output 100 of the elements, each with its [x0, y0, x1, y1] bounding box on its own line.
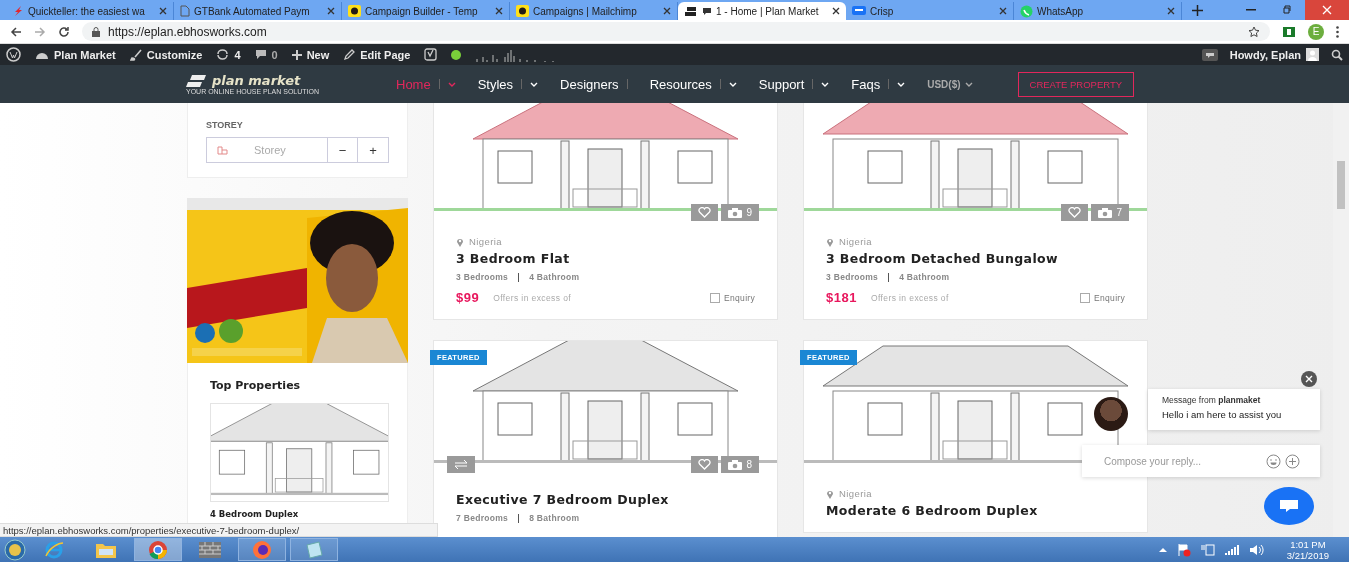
chat-icon: [852, 5, 866, 17]
message-text: Hello i am here to assist you: [1162, 409, 1283, 420]
attach-icon[interactable]: [1285, 453, 1300, 469]
edit-page-link[interactable]: Edit Page: [343, 48, 411, 61]
logo-text[interactable]: plan market: [212, 73, 301, 88]
wordpress-icon[interactable]: [6, 47, 21, 62]
brick-wall-icon[interactable]: [199, 541, 221, 558]
building-icon: [217, 145, 228, 155]
location-pin-icon: [456, 236, 464, 247]
speech-bubble-icon: [702, 6, 712, 16]
taskbar-app[interactable]: [290, 538, 338, 561]
monkey-icon: [348, 5, 361, 17]
nav-link[interactable]: Support: [758, 76, 805, 92]
logo-icon: [684, 5, 698, 17]
favorite-button[interactable]: [691, 456, 719, 473]
price-note: Offers in excess of: [870, 292, 949, 303]
close-icon: [1305, 375, 1313, 383]
location-pin-icon: [826, 236, 834, 247]
notepad-icon[interactable]: [304, 539, 324, 560]
enquiry-checkbox[interactable]: [710, 292, 721, 303]
browser-e-icon[interactable]: [44, 539, 64, 560]
property-title[interactable]: 3 Bedroom Flat: [456, 251, 755, 266]
browser-tab[interactable]: 1 - Home | Plan Market: [678, 2, 846, 20]
flag-icon[interactable]: [1176, 542, 1191, 557]
storey-stepper[interactable]: Storey − +: [206, 137, 389, 163]
address-bar[interactable]: https://eplan.ebhosworks.com: [82, 22, 1270, 41]
network-icon[interactable]: [1200, 543, 1215, 556]
status-dot: [451, 49, 462, 60]
greeting[interactable]: Howdy, Eplan: [1229, 48, 1319, 61]
nav-link[interactable]: Styles: [477, 76, 514, 92]
document-icon: [180, 5, 190, 17]
start-orb-icon[interactable]: [4, 538, 26, 561]
lock-icon: [92, 26, 100, 37]
camera-icon: [728, 459, 743, 470]
forward-icon[interactable]: [34, 25, 46, 38]
clock[interactable]: 1:01 PM 3/21/2019: [1286, 538, 1329, 561]
property-title[interactable]: 3 Bedroom Detached Bungalow: [826, 251, 1125, 266]
property-price: $181: [826, 290, 857, 305]
enquiry-label[interactable]: Enquiry: [724, 292, 755, 303]
camera-icon: [1098, 207, 1113, 218]
close-icon[interactable]: [159, 7, 167, 15]
currency-selector[interactable]: USD($): [927, 78, 973, 90]
signal-icon[interactable]: [1224, 544, 1239, 555]
customize-link[interactable]: Customize: [129, 48, 203, 61]
taskbar-app[interactable]: [238, 538, 286, 561]
storey-field[interactable]: Storey: [240, 143, 327, 157]
close-icon[interactable]: [663, 7, 671, 15]
property-link[interactable]: 4 Bedroom Duplex: [210, 509, 385, 519]
menu-icon[interactable]: [1336, 25, 1339, 38]
taskbar-app[interactable]: [134, 538, 182, 561]
star-icon[interactable]: [1248, 25, 1260, 38]
chrome-icon[interactable]: [148, 539, 168, 560]
message-header: Message from planmaket: [1162, 395, 1262, 405]
bedrooms-count: 3 Bedrooms: [826, 272, 879, 282]
site-link[interactable]: Plan Market: [35, 48, 116, 61]
bathrooms-count: 4 Bathroom: [529, 272, 580, 282]
property-title[interactable]: Executive 7 Bedroom Duplex: [456, 492, 755, 507]
status-url: https://eplan.ebhosworks.com/properties/executive-7-bedroom-duplex/: [0, 523, 438, 537]
volume-icon[interactable]: [1248, 543, 1265, 556]
back-icon[interactable]: [10, 25, 22, 38]
logo-icon: [186, 74, 208, 87]
updates-link[interactable]: 4: [216, 48, 241, 61]
firefox-icon[interactable]: [252, 539, 272, 560]
price-note: Offers in excess of: [493, 292, 572, 303]
brush-icon: [129, 48, 142, 61]
comment-icon: [254, 49, 267, 60]
bedrooms-count: 7 Bedrooms: [456, 513, 509, 523]
avatar-icon: [1306, 48, 1319, 61]
emoji-icon[interactable]: [1266, 453, 1281, 469]
new-link[interactable]: New: [291, 48, 330, 61]
enquiry-label[interactable]: Enquiry: [1094, 292, 1125, 303]
property-price: $99: [456, 290, 480, 305]
filter-label: STOREY: [206, 120, 244, 130]
camera-icon: [728, 207, 743, 218]
nav-link[interactable]: Resources: [649, 76, 712, 92]
favorite-button[interactable]: [1061, 204, 1089, 221]
heart-icon: [1068, 207, 1082, 218]
reply-box[interactable]: Compose your reply...: [1082, 445, 1320, 477]
enquiry-checkbox[interactable]: [1080, 292, 1091, 303]
bathrooms-count: 4 Bathroom: [899, 272, 950, 282]
new-tab-icon[interactable]: [1192, 4, 1203, 16]
close-icon[interactable]: [327, 7, 335, 15]
search-icon[interactable]: [1331, 48, 1343, 61]
favorite-button[interactable]: [691, 204, 719, 221]
close-icon[interactable]: [495, 7, 503, 15]
notification-icon[interactable]: [1201, 48, 1218, 61]
caret-icon: [964, 81, 973, 87]
close-icon[interactable]: [999, 7, 1007, 15]
tray-expand-icon[interactable]: [1158, 547, 1167, 552]
property-location: Nigeria: [839, 236, 872, 247]
nav-link[interactable]: Faqs: [851, 76, 881, 92]
close-icon[interactable]: [1167, 7, 1175, 15]
comments-link[interactable]: 0: [254, 48, 278, 61]
close-icon[interactable]: [832, 7, 840, 15]
heart-icon: [698, 207, 712, 218]
property-title[interactable]: Moderate 6 Bedroom Duplex: [826, 503, 1125, 518]
reload-icon[interactable]: [58, 25, 70, 38]
nav-link[interactable]: Designers: [560, 76, 619, 92]
extension-icon[interactable]: [1282, 25, 1296, 38]
heart-icon: [698, 459, 712, 470]
